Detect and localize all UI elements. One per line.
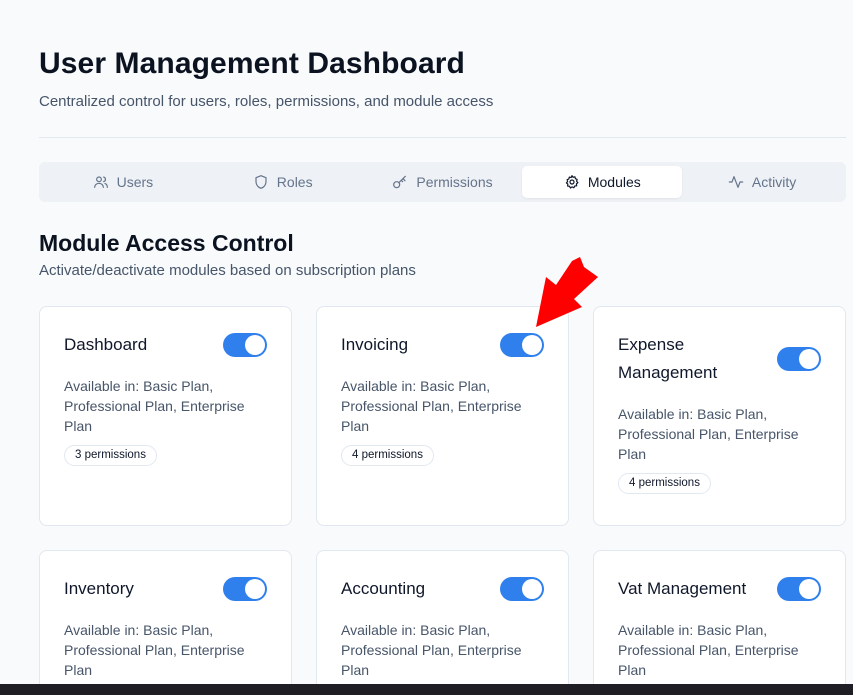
module-name: Expense Management [618,335,718,382]
toggle-knob [522,579,542,599]
activity-icon [728,176,744,188]
module-toggle[interactable] [500,333,544,357]
toggle-knob [245,335,265,355]
section-subtitle: Activate/deactivate modules based on sub… [39,262,416,279]
module-card-inventory: Inventory Available in: Basic Plan, Prof… [39,550,292,695]
tab-modules-label: Modules [587,174,641,190]
module-toggle[interactable] [223,577,267,601]
module-name: Inventory [64,579,134,598]
module-card-expense-management: Expense Management Available in: Basic P… [593,306,846,526]
toggle-knob [799,579,819,599]
users-icon [93,176,108,188]
tab-users-label: Users [116,174,154,190]
module-availability: Available in: Basic Plan, Professional P… [64,378,245,434]
tab-roles-label: Roles [276,174,313,190]
module-name: Accounting [341,579,426,598]
header-divider [39,137,846,138]
module-availability: Available in: Basic Plan, Professional P… [64,622,245,678]
toggle-knob [799,349,819,369]
permissions-badge: 4 permissions [341,445,434,466]
toggle-knob [245,579,265,599]
module-card-dashboard: Dashboard Available in: Basic Plan, Prof… [39,306,292,526]
tab-permissions[interactable]: Permissions [363,166,523,198]
tab-bar: Users Roles Permissions Modules Activity [39,162,846,202]
module-availability: Available in: Basic Plan, Professional P… [341,378,522,434]
module-toggle[interactable] [777,347,821,371]
tab-modules[interactable]: Modules [522,166,683,198]
module-card-accounting: Accounting Available in: Basic Plan, Pro… [316,550,569,695]
module-toggle[interactable] [777,577,821,601]
module-card-invoicing: Invoicing Available in: Basic Plan, Prof… [316,306,569,526]
module-name: Invoicing [341,335,409,354]
tab-activity[interactable]: Activity [682,166,842,198]
module-toggle[interactable] [500,577,544,601]
tab-roles[interactable]: Roles [203,166,363,198]
module-toggle[interactable] [223,333,267,357]
section-title: Module Access Control [39,230,294,256]
permissions-badge: 4 permissions [618,473,711,494]
module-card-vat-management: Vat Management Available in: Basic Plan,… [593,550,846,695]
module-availability: Available in: Basic Plan, Professional P… [618,622,799,678]
tab-users[interactable]: Users [43,166,203,198]
shield-icon [255,175,267,189]
module-name: Vat Management [618,579,747,598]
module-availability: Available in: Basic Plan, Professional P… [341,622,522,678]
gear-icon [565,175,579,189]
toggle-knob [522,335,542,355]
module-name: Dashboard [64,335,148,354]
page-title: User Management Dashboard [39,47,465,80]
page-subtitle: Centralized control for users, roles, pe… [39,93,494,110]
tab-activity-label: Activity [751,174,797,190]
annotation-arrow-icon [536,257,598,327]
tab-permissions-label: Permissions [416,174,493,190]
module-availability: Available in: Basic Plan, Professional P… [618,406,799,462]
permissions-badge: 3 permissions [64,445,157,466]
key-icon [393,175,407,189]
taskbar-strip [0,684,853,695]
